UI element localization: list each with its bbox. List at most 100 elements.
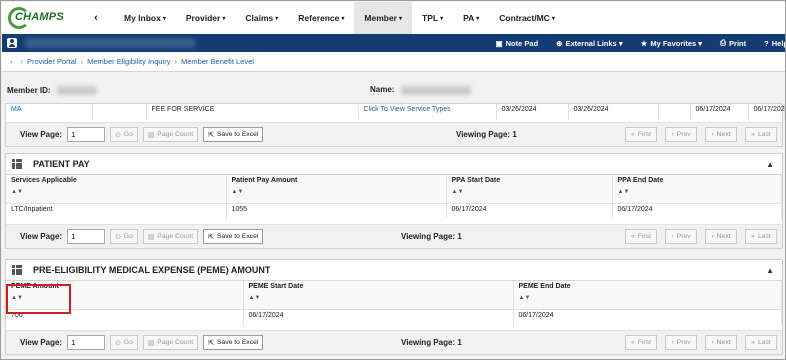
nav-tpl[interactable]: TPL ▾ — [412, 2, 453, 34]
app-frame: CHAMPS ‹ My Inbox ▾ Provider ▾ Claims ▾ Ref… — [0, 0, 786, 360]
breadcrumb-separator-icon: › — [174, 57, 177, 66]
go-button[interactable]: ⊙ Go — [110, 229, 138, 244]
view-page-input[interactable] — [67, 335, 106, 350]
peme-header[interactable]: PRE-ELIGIBILITY MEDICAL EXPENSE (PEME) A… — [6, 260, 782, 281]
save-to-excel-button[interactable]: ⇱ Save to Excel — [203, 229, 264, 244]
view-page-input[interactable] — [67, 127, 106, 142]
breadcrumb-member-eligibility-inquiry[interactable]: Member Eligibility Inquiry — [87, 57, 170, 66]
double-chevron-right-icon: » — [751, 233, 755, 240]
last-page-button[interactable]: » Last — [745, 229, 777, 244]
column-header-services-applicable[interactable]: Services Applicable ▲▼ — [6, 175, 227, 203]
breadcrumb-member-benefit-level[interactable]: Member Benefit Level — [181, 57, 254, 66]
last-page-button[interactable]: » Last — [745, 127, 777, 142]
table-row: 700 06/17/2024 06/17/2024 — [6, 308, 782, 325]
grid-icon — [12, 159, 22, 169]
go-button[interactable]: ⊙ Go — [110, 127, 138, 142]
sort-icon[interactable]: ▲▼ — [232, 189, 441, 195]
chevron-right-icon: › — [711, 131, 714, 138]
column-header-patient-pay-amount[interactable]: Patient Pay Amount ▲▼ — [226, 175, 447, 203]
view-page-label: View Page: — [20, 338, 63, 347]
first-page-button[interactable]: «First — [625, 335, 657, 350]
table-cell — [658, 104, 691, 120]
caret-down-icon: ▾ — [341, 15, 345, 22]
nav-reference[interactable]: Reference ▾ — [288, 2, 354, 34]
collapse-chevron-up-icon[interactable]: ▲ — [766, 266, 774, 275]
save-to-excel-button[interactable]: ⇱ Save to Excel — [203, 335, 264, 350]
viewing-page-label: Viewing Page: 1 — [401, 338, 462, 347]
chevron-right-icon: › — [711, 339, 714, 346]
benefit-plan-link[interactable]: MA — [6, 104, 93, 120]
first-page-button[interactable]: «First — [625, 127, 657, 142]
column-header-peme-start-date[interactable]: PEME Start Date ▲▼ — [243, 281, 514, 309]
back-chevron-icon[interactable]: ‹ — [86, 12, 106, 24]
print-link[interactable]: ⎙ Print — [720, 38, 746, 48]
member-name-label-group: Name: — [370, 85, 471, 95]
nav-my-inbox[interactable]: My Inbox ▾ — [114, 2, 176, 34]
my-favorites-menu[interactable]: ★ My Favorites ▾ — [641, 39, 702, 48]
breadcrumb-separator-icon: › — [80, 57, 84, 66]
view-service-types-link[interactable]: Click To View Service Types — [358, 104, 497, 120]
document-icon: ▤ — [147, 131, 155, 139]
first-page-button[interactable]: «First — [625, 229, 657, 244]
sort-icon[interactable]: ▲▼ — [249, 295, 508, 301]
nav-contract-mc[interactable]: Contract/MC ▾ — [489, 2, 565, 34]
logo-text: CHAMPS — [15, 11, 64, 23]
pager: View Page: ⊙Go ▤Page Count ⇱Save to Exce… — [6, 122, 782, 146]
breadcrumb-separator-icon: › — [10, 57, 13, 66]
view-page-label: View Page: — [20, 130, 63, 139]
pagination-buttons: «First ‹ Prev › Next » Last — [617, 127, 777, 142]
save-to-excel-button[interactable]: ⇱ Save to Excel — [203, 127, 264, 142]
prev-page-button[interactable]: ‹ Prev — [665, 127, 697, 142]
column-header-ppa-start-date[interactable]: PPA Start Date ▲▼ — [446, 175, 613, 203]
sort-icon[interactable]: ▲▼ — [452, 189, 607, 195]
sort-icon[interactable]: ▲▼ — [618, 189, 777, 195]
table-row: LTC/Inpatient 1055 06/17/2024 06/17/2024 — [6, 202, 782, 219]
sort-icon[interactable]: ▲▼ — [11, 189, 221, 195]
page-count-button[interactable]: ▤ Page Count — [142, 127, 199, 142]
nav-provider[interactable]: Provider ▾ — [176, 2, 236, 34]
breadcrumb-provider-portal[interactable]: Provider Portal — [27, 57, 77, 66]
patient-pay-panel: PATIENT PAY ▲ Services Applicable ▲▼ Pati… — [5, 153, 783, 249]
column-header-peme-end-date[interactable]: PEME End Date ▲▼ — [513, 281, 782, 309]
table-cell: 1055 — [226, 202, 447, 219]
peme-panel: PRE-ELIGIBILITY MEDICAL EXPENSE (PEME) A… — [5, 259, 783, 355]
next-page-button[interactable]: › Next — [705, 127, 737, 142]
redacted-member-id — [56, 85, 97, 95]
next-page-button[interactable]: › Next — [705, 229, 737, 244]
collapse-chevron-up-icon[interactable]: ▲ — [766, 160, 774, 169]
table-cell: 06/17/2024 — [243, 308, 514, 325]
chevron-left-icon: ‹ — [671, 339, 674, 346]
patient-pay-header[interactable]: PATIENT PAY ▲ — [6, 154, 782, 175]
help-link[interactable]: ?Help — [764, 39, 785, 48]
document-icon: ▤ — [147, 233, 155, 241]
double-chevron-left-icon: « — [631, 339, 635, 346]
last-page-button[interactable]: » Last — [745, 335, 777, 350]
page-count-button[interactable]: ▤ Page Count — [142, 335, 199, 350]
nav-member[interactable]: Member ▾ — [354, 2, 412, 34]
prev-page-button[interactable]: ‹ Prev — [665, 335, 697, 350]
table-cell: 06/17/2024 — [446, 202, 613, 219]
prev-page-button[interactable]: ‹ Prev — [665, 229, 697, 244]
page-count-button[interactable]: ▤ Page Count — [142, 229, 199, 244]
globe-icon: ⊕ — [556, 38, 563, 48]
breadcrumb: › › Provider Portal › Member Eligibility… — [2, 52, 785, 72]
pager: View Page: ⊙Go ▤Page Count ⇱Save to Exce… — [6, 330, 782, 354]
note-pad-link[interactable]: ▣ Note Pad — [496, 39, 539, 48]
go-button[interactable]: ⊙ Go — [110, 335, 138, 350]
nav-claims[interactable]: Claims ▾ — [235, 2, 288, 34]
next-page-button[interactable]: › Next — [705, 335, 737, 350]
view-page-input[interactable] — [67, 229, 106, 244]
redacted-user-name — [25, 38, 195, 48]
peme-table: PEME Amount ▲▼ PEME Start Date ▲▼ PEME End… — [6, 281, 782, 325]
caret-down-icon: ▾ — [440, 15, 444, 22]
caret-down-icon: ▾ — [551, 15, 555, 22]
breadcrumb-separator-icon: › — [20, 57, 24, 66]
table-cell: FEE FOR SERVICE — [146, 104, 359, 120]
sort-icon[interactable]: ▲▼ — [519, 295, 777, 301]
table-cell: 06/17/2024 — [612, 202, 782, 219]
redacted-member-name — [400, 85, 471, 95]
champs-logo[interactable]: CHAMPS — [2, 2, 82, 34]
nav-pa[interactable]: PA ▾ — [453, 2, 489, 34]
external-links-menu[interactable]: ⊕ External Links ▾ — [556, 39, 622, 48]
column-header-ppa-end-date[interactable]: PPA End Date ▲▼ — [612, 175, 782, 203]
